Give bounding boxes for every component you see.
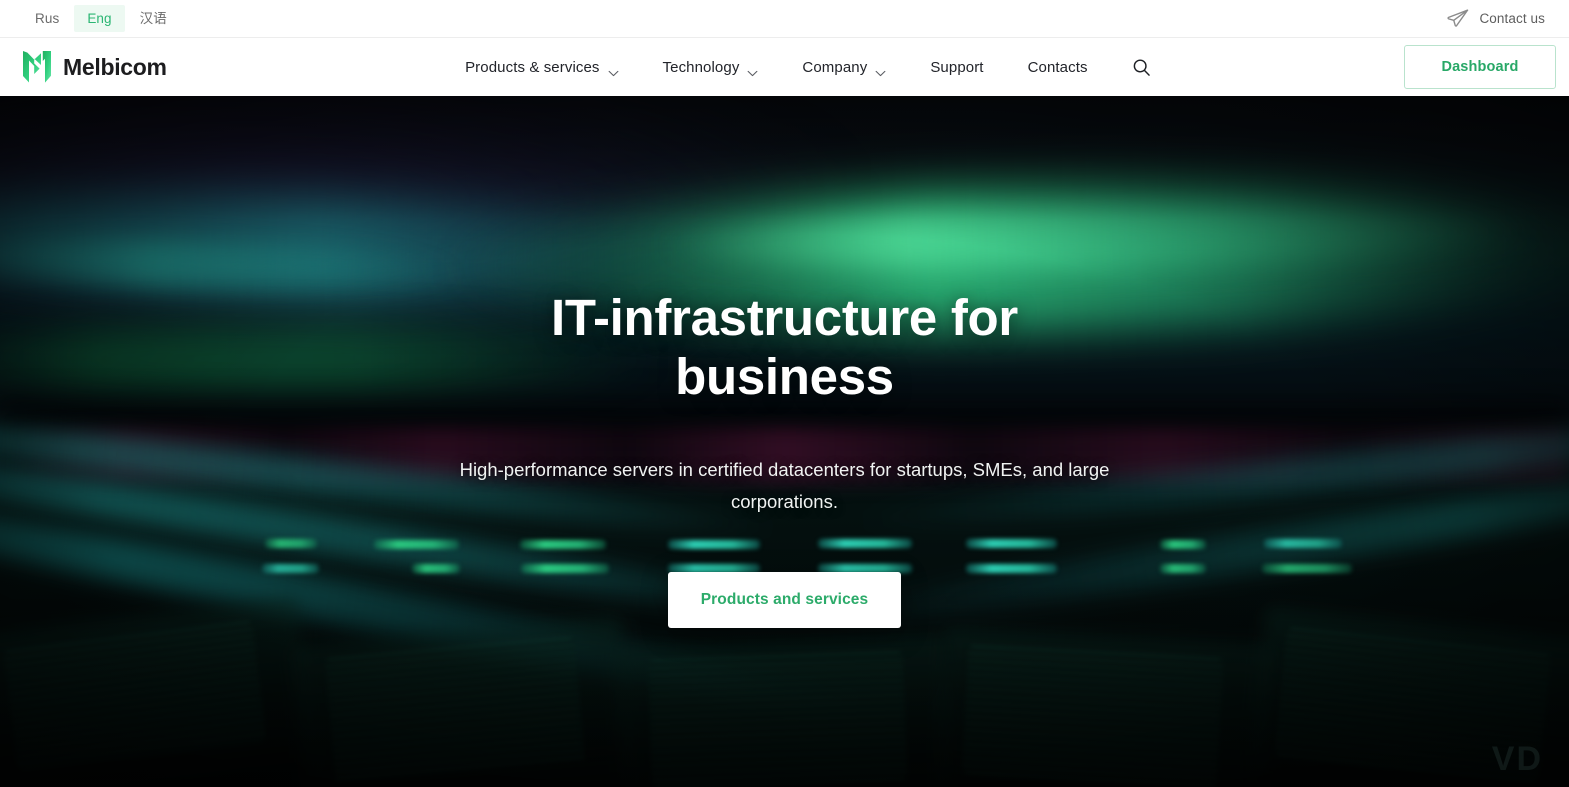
nav-label-support: Support <box>930 58 984 76</box>
nav-item-technology[interactable]: Technology <box>641 51 781 84</box>
hero-title-line-1: IT-infrastructure for <box>551 289 1018 346</box>
melbicom-logo-icon <box>22 50 52 84</box>
nav-label-contacts: Contacts <box>1027 58 1088 76</box>
nav-item-products-services[interactable]: Products & services <box>443 51 640 84</box>
nav-item-company[interactable]: Company <box>780 51 908 84</box>
contact-us-label: Contact us <box>1479 11 1545 26</box>
contact-us-link[interactable]: Contact us <box>1446 7 1551 31</box>
main-navigation: Products & services Technology Company S… <box>203 47 1404 87</box>
hero-section: VD IT-infrastructure for business High-p… <box>0 96 1569 787</box>
dashboard-button[interactable]: Dashboard <box>1404 45 1556 89</box>
nav-item-contacts[interactable]: Contacts <box>1006 51 1110 84</box>
site-header: Melbicom Products & services Technology … <box>0 38 1569 96</box>
nav-label-products-services: Products & services <box>465 58 600 76</box>
search-button[interactable] <box>1120 47 1164 87</box>
hero-title: IT-infrastructure for business <box>551 288 1018 406</box>
chevron-down-icon <box>747 64 758 76</box>
language-option-zh[interactable]: 汉语 <box>127 5 180 33</box>
brand-name: Melbicom <box>63 53 167 80</box>
language-switcher: Rus Eng 汉语 <box>22 4 180 33</box>
search-icon <box>1132 58 1151 77</box>
chevron-down-icon <box>875 64 886 76</box>
nav-label-company: Company <box>802 58 868 76</box>
hero-content: IT-infrastructure for business High-perf… <box>0 96 1569 787</box>
nav-label-technology: Technology <box>662 58 740 76</box>
language-option-rus[interactable]: Rus <box>22 5 72 33</box>
brand-home-link[interactable]: Melbicom <box>22 50 167 84</box>
hero-subtitle: High-performance servers in certified da… <box>459 459 1110 512</box>
top-bar: Rus Eng 汉语 Contact us <box>0 0 1569 38</box>
language-option-eng[interactable]: Eng <box>74 4 125 33</box>
paper-plane-icon <box>1446 7 1470 31</box>
hero-title-line-2: business <box>675 348 894 405</box>
chevron-down-icon <box>608 64 619 76</box>
products-and-services-button[interactable]: Products and services <box>667 572 902 628</box>
nav-item-support[interactable]: Support <box>908 51 1005 84</box>
